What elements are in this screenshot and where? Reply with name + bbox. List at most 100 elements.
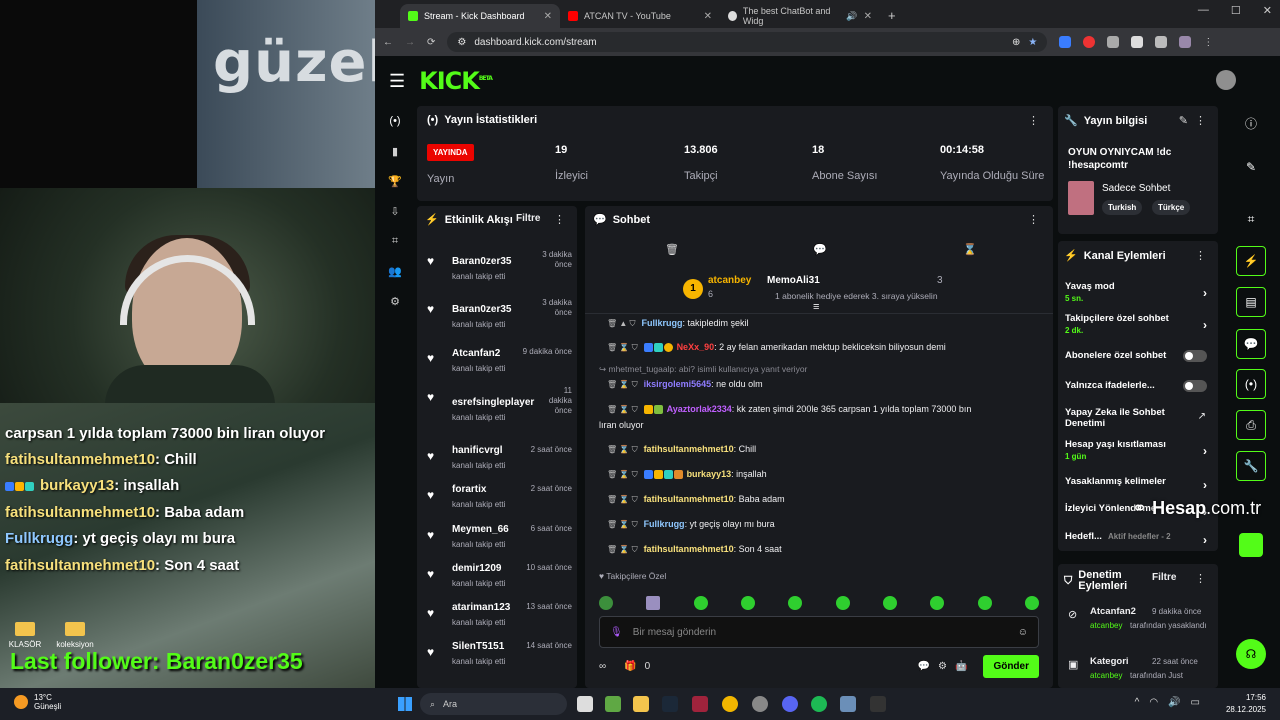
- kebab-menu-icon[interactable]: ⋮: [1195, 572, 1206, 585]
- chat-message[interactable]: 🗑 ▲ ⛉ Fullkrugg: takipledim şekil: [607, 318, 1037, 329]
- reading-list-icon[interactable]: [1155, 36, 1168, 48]
- zoom-icon[interactable]: ⊕: [1012, 37, 1020, 48]
- minecraft-icon[interactable]: [605, 696, 621, 712]
- obs-icon[interactable]: [870, 696, 886, 712]
- hourglass-icon[interactable]: ⌛: [963, 243, 977, 256]
- toggle-switch[interactable]: [1183, 380, 1207, 392]
- slow-mode-setting[interactable]: Yavaş mod 5 sn. ›: [1065, 281, 1213, 303]
- chat-bubble-icon[interactable]: 💬: [813, 243, 827, 256]
- emote-icon[interactable]: [977, 596, 992, 610]
- printer-icon[interactable]: ⎙: [1236, 410, 1266, 440]
- channel-points-icon[interactable]: ∞: [599, 661, 606, 672]
- url-input[interactable]: ⚙ dashboard.kick.com/stream ⊕ ★: [447, 32, 1048, 52]
- tag-badge[interactable]: Turkish: [1102, 200, 1143, 215]
- filter-button[interactable]: Filtre: [1152, 572, 1176, 583]
- pencil-icon[interactable]: ✎: [1236, 152, 1266, 182]
- chat-settings-bubble-icon[interactable]: 💬: [918, 661, 930, 672]
- pinned-leaderboard[interactable]: 1 atcanbey 6 MemoAli31 3 1 abonelik hedi…: [585, 269, 1053, 314]
- desktop-folder-koleksiyon[interactable]: koleksiyon: [50, 622, 100, 649]
- mod-actions-icon[interactable]: 🗑 ⌛ ⛉: [607, 470, 638, 479]
- trash-icon[interactable]: 🗑: [665, 243, 679, 256]
- broadcast-icon[interactable]: (•): [375, 106, 415, 136]
- activity-item[interactable]: ♥ esrefsingleplayer 11 dakika önce kanalı t…: [427, 386, 572, 436]
- emote-icon[interactable]: [882, 596, 897, 610]
- menu-icon[interactable]: ⋮: [1203, 37, 1213, 48]
- chat-message[interactable]: 🗑 ⌛ ⛉ fatihsultanmehmet10: Baba adam: [607, 494, 1037, 505]
- info-icon[interactable]: ⓘ: [1236, 108, 1266, 138]
- spotify-icon[interactable]: [811, 696, 827, 712]
- activity-item[interactable]: ♥ Meymen_66 6 saat önce kanalı takip etti: [427, 524, 572, 564]
- chat-message[interactable]: 🗑 ⌛ ⛉ fatihsultanmehmet10: Son 4 saat: [607, 544, 1037, 555]
- chat-message[interactable]: 🗑 ⌛ ⛉ iksirgolemi5645: ne oldu olm: [607, 379, 1037, 390]
- settings-icon[interactable]: ⚙: [375, 286, 415, 316]
- mod-actions-icon[interactable]: 🗑 ⌛ ⛉: [607, 405, 638, 414]
- scan-icon[interactable]: ⌗: [1236, 204, 1266, 234]
- goals-setting[interactable]: Hedefl... Aktif hedefler - 2 ›: [1065, 531, 1213, 547]
- document-icon[interactable]: ▤: [1236, 287, 1266, 317]
- close-icon[interactable]: ✕: [704, 11, 712, 22]
- chat-message[interactable]: 🗑 ⌛ ⛉ fatihsultanmehmet10: Chill: [607, 444, 1037, 455]
- maximize-icon[interactable]: ☐: [1231, 4, 1241, 17]
- toggle-switch[interactable]: [1183, 350, 1207, 362]
- kebab-menu-icon[interactable]: ⋮: [1195, 249, 1206, 262]
- mod-actions-icon[interactable]: 🗑 ⌛ ⛉: [607, 495, 638, 504]
- site-info-icon[interactable]: ⚙: [457, 37, 466, 48]
- emote-icon[interactable]: [646, 596, 661, 610]
- support-icon[interactable]: ☊: [1236, 639, 1266, 669]
- taskbar-search[interactable]: ⌕ Ara: [420, 693, 567, 715]
- tab-youtube[interactable]: ATCAN TV - YouTube ✕: [560, 4, 720, 28]
- desktop-folder-klasor[interactable]: KLASÖR: [0, 622, 50, 649]
- mod-actions-icon[interactable]: 🗑 ⌛ ⛉: [607, 520, 638, 529]
- emote-icon[interactable]: [693, 596, 708, 610]
- users-icon[interactable]: 👥: [375, 256, 415, 286]
- bot-icon[interactable]: 🤖: [955, 661, 967, 672]
- app-icon[interactable]: [1239, 533, 1263, 557]
- new-tab-button[interactable]: +: [880, 4, 904, 28]
- microphone-icon[interactable]: 🎙: [610, 627, 623, 638]
- emote-icon[interactable]: [1024, 596, 1039, 610]
- volume-icon[interactable]: 🔊: [1168, 697, 1180, 708]
- clock[interactable]: 17:56 28.12.2025: [1226, 692, 1266, 716]
- activity-item[interactable]: ♥ forartix 2 saat önce kanalı takip etti: [427, 484, 572, 524]
- chevron-up-icon[interactable]: ^: [1135, 697, 1140, 708]
- minimize-icon[interactable]: —: [1198, 4, 1209, 17]
- back-icon[interactable]: ←: [383, 37, 393, 48]
- reply-indicator[interactable]: ↪ mhetmet_tugaalp: abi? isimli kullanıcı…: [599, 364, 1029, 375]
- mod-actions-icon[interactable]: 🗑 ⌛ ⛉: [607, 343, 638, 352]
- activity-item[interactable]: ♥ hanificvrgl 2 saat önce kanalı takip etti: [427, 445, 572, 485]
- send-button[interactable]: Gönder: [983, 654, 1039, 678]
- chart-icon[interactable]: ▮: [375, 136, 415, 166]
- emote-icon[interactable]: [788, 596, 803, 610]
- emoji-icon[interactable]: ☺: [1018, 627, 1028, 638]
- reload-icon[interactable]: ⟳: [427, 37, 435, 48]
- kebab-menu-icon[interactable]: ⋮: [1028, 213, 1039, 226]
- gear-icon[interactable]: ⚙: [938, 661, 947, 672]
- tab-chatbot[interactable]: The best ChatBot and Widg 🔊 ✕: [720, 4, 880, 28]
- emote-icon[interactable]: [599, 596, 613, 610]
- bookmark-star-icon[interactable]: ★: [1028, 37, 1037, 48]
- moderation-item[interactable]: ⊘ Atcanfan2 9 dakika önce atcanbey taraf…: [1068, 606, 1213, 646]
- emote-icon[interactable]: [930, 596, 945, 610]
- chat-bubble-icon[interactable]: 💬: [1236, 329, 1266, 359]
- chat-message-input[interactable]: 🎙 Bir mesaj gönderin ☺: [599, 616, 1039, 648]
- chat-message[interactable]: 🗑 ⌛ ⛉ burkayy13: inşallah: [607, 469, 1037, 480]
- lightning-icon[interactable]: ⚡: [1236, 246, 1266, 276]
- profile-icon[interactable]: [1179, 36, 1192, 48]
- mod-actions-icon[interactable]: 🗑 ▲ ⛉: [607, 319, 636, 328]
- activity-item[interactable]: ♥ SilenT5151 14 saat önce kanalı takip etti: [427, 641, 572, 681]
- download-icon[interactable]: ⇩: [375, 196, 415, 226]
- app-icon[interactable]: [840, 696, 856, 712]
- activity-item[interactable]: ♥ Baran0zer35 3 dakika önce kanalı takip et…: [427, 298, 572, 338]
- app-icon[interactable]: [692, 696, 708, 712]
- account-age-setting[interactable]: Hesap yaşı kısıtlaması 1 gün ›: [1065, 439, 1213, 461]
- kebab-menu-icon[interactable]: ⋮: [554, 213, 565, 226]
- emote-icon[interactable]: [835, 596, 850, 610]
- emotes-only-setting[interactable]: Yalnızca ifadelerle...: [1065, 380, 1213, 392]
- kebab-menu-icon[interactable]: ⋮: [1028, 114, 1039, 127]
- discord-icon[interactable]: [782, 696, 798, 712]
- moderation-item[interactable]: ▣ Kategori 22 saat önce atcanbey tarafın…: [1068, 656, 1213, 686]
- hamburger-menu-icon[interactable]: ☰: [389, 71, 405, 92]
- close-icon[interactable]: ✕: [864, 11, 872, 22]
- close-window-icon[interactable]: ✕: [1263, 4, 1272, 17]
- collapse-icon[interactable]: ≡: [813, 301, 819, 313]
